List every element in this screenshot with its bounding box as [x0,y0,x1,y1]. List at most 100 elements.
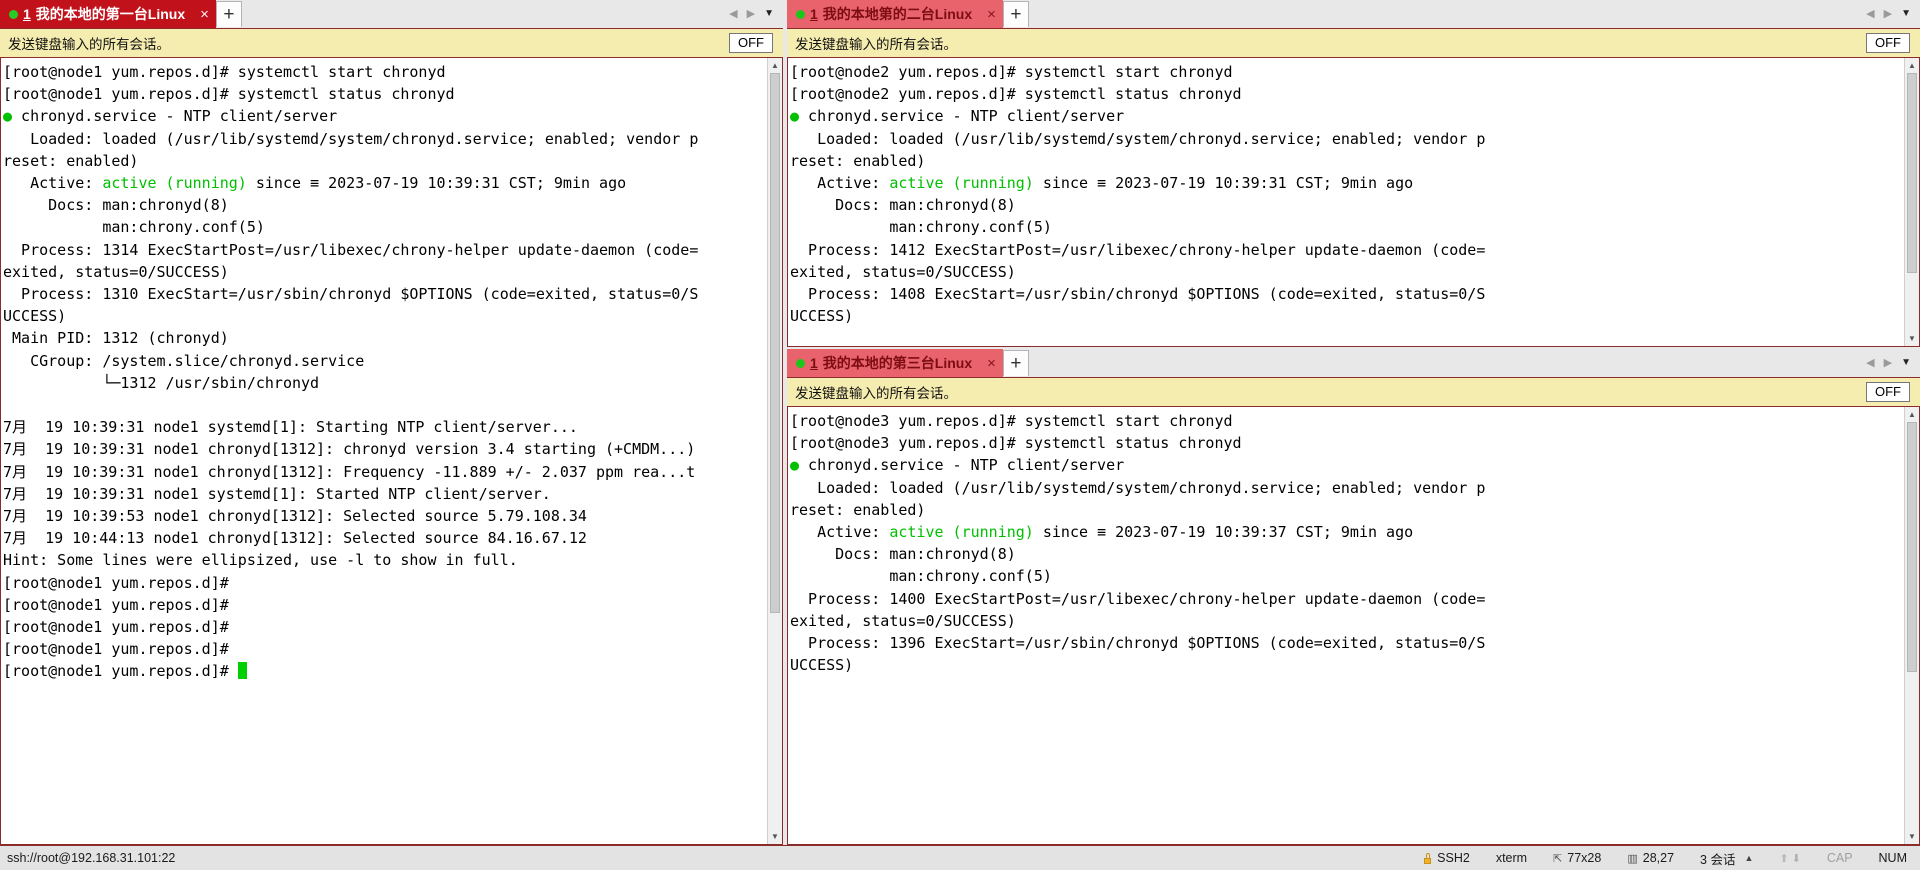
broadcast-toggle-button[interactable]: OFF [1866,33,1910,53]
tab-prev-icon[interactable]: ◀ [1866,357,1874,369]
terminal-line: reset: enabled) [790,150,1904,172]
terminal-text: man:chrony.conf(5) [3,218,265,237]
tab-prev-icon[interactable]: ◀ [1866,8,1874,20]
tab-index: 1 [810,6,818,22]
close-icon[interactable]: × [200,7,209,22]
scrollbar-thumb[interactable] [1907,73,1917,273]
terminal-output-pane-1[interactable]: [root@node1 yum.repos.d]# systemctl star… [1,58,767,844]
terminal-text: reset: enabled) [790,151,926,170]
status-size-label: 77x28 [1567,851,1602,865]
scroll-up-icon[interactable]: ▲ [1905,58,1919,73]
terminal-line: [root@node3 yum.repos.d]# systemctl star… [790,410,1904,432]
terminal-text: UCCESS) [790,656,854,675]
terminal-text: Active: [790,523,890,542]
close-icon[interactable]: × [987,356,996,371]
tab-next-icon[interactable]: ▶ [1884,357,1892,369]
terminal-line: Process: 1396 ExecStart=/usr/sbin/chrony… [790,632,1904,654]
terminal-output-pane-3[interactable]: [root@node3 yum.repos.d]# systemctl star… [788,407,1904,844]
tab-pane-2[interactable]: 1 我的本地第的二台Linux × [787,0,1003,28]
scroll-up-icon[interactable]: ▲ [768,58,782,73]
scrollbar-pane-1[interactable]: ▲ ▼ [767,58,782,844]
tab-pane-3[interactable]: 1 我的本地的第三台Linux × [787,349,1003,377]
tabstrip-spacer [1028,349,1867,377]
tab-title: 我的本地的第一台Linux [35,6,186,22]
scrollbar-thumb[interactable] [770,73,780,613]
status-dot-icon [9,9,18,19]
terminal-text: man:chrony.conf(5) [790,218,1052,237]
terminal-text: 7月 19 10:39:31 node1 chronyd[1312]: chro… [3,440,696,459]
scroll-up-icon[interactable]: ▲ [1905,407,1919,422]
scrollbar-pane-2[interactable]: ▲ ▼ [1904,58,1919,346]
scrollbar-pane-3[interactable]: ▲ ▼ [1904,407,1919,844]
tab-list-chevron-down-icon[interactable]: ▼ [764,9,774,19]
terminal-text: 7月 19 10:39:31 node1 chronyd[1312]: Freq… [3,462,696,481]
tabstrip-pane-1: 1 我的本地的第一台Linux × + ◀ ▶ ▼ [0,0,783,28]
tab-pane-1[interactable]: 1 我的本地的第一台Linux × [0,0,216,28]
terminal-text: Docs: man:chronyd(8) [790,196,1016,215]
close-icon[interactable]: × [987,7,996,22]
terminal-text: 7月 19 10:44:13 node1 chronyd[1312]: Sele… [3,529,587,548]
broadcast-toggle-button[interactable]: OFF [1866,382,1910,402]
scrollbar-track[interactable] [768,73,782,829]
terminal-text: active (running) [889,523,1034,542]
tab-title: 我的本地的第三台Linux [822,355,973,371]
terminal-text: chronyd.service - NTP client/server [799,107,1125,126]
scroll-down-icon[interactable]: ▼ [1905,829,1919,844]
terminal-line: Hint: Some lines were ellipsized, use -l… [3,549,767,571]
terminal-text: [root@node1 yum.repos.d]# [3,573,229,592]
terminal-text: [root@node1 yum.repos.d]# [3,618,229,637]
new-tab-button[interactable]: + [215,1,242,27]
status-dot-icon [796,9,805,19]
new-tab-button[interactable]: + [1002,350,1029,376]
terminal-line: Active: active (running) since ≡ 2023-07… [3,172,767,194]
terminal-line: CGroup: /system.slice/chronyd.service [3,350,767,372]
tab-next-icon[interactable]: ▶ [1884,8,1892,20]
terminal-line: [root@node1 yum.repos.d]# [3,616,767,638]
scrollbar-thumb[interactable] [1907,422,1917,672]
tab-next-icon[interactable]: ▶ [747,8,755,20]
terminal-text: 7月 19 10:39:31 node1 systemd[1]: Startin… [3,418,578,437]
chevron-up-icon[interactable]: ▲ [1744,853,1753,863]
scrollbar-track[interactable] [1905,73,1919,331]
terminal-line: man:chrony.conf(5) [790,216,1904,238]
session-pane-2: 1 我的本地第的二台Linux × + ◀ ▶ ▼ 发送键盘输入的所有会话。 O… [787,0,1920,347]
terminal-output-pane-2[interactable]: [root@node2 yum.repos.d]# systemctl star… [788,58,1904,346]
terminal-line: Loaded: loaded (/usr/lib/systemd/system/… [790,477,1904,499]
status-cursor-position: ▥ 28,27 [1614,851,1687,865]
terminal-line: reset: enabled) [790,499,1904,521]
tabstrip-spacer [1028,0,1867,28]
terminal-text: Process: 1412 ExecStartPost=/usr/libexec… [790,240,1486,259]
terminal-text: [root@node1 yum.repos.d]# [3,595,229,614]
terminal-line: [root@node2 yum.repos.d]# systemctl star… [790,61,1904,83]
terminal-line: UCCESS) [790,305,1904,327]
terminal-text: reset: enabled) [3,151,139,170]
terminal-line: exited, status=0/SUCCESS) [3,261,767,283]
terminal-line: Process: 1310 ExecStart=/usr/sbin/chrony… [3,283,767,305]
terminal-cursor [237,662,247,680]
terminal-line: 7月 19 10:39:31 node1 chronyd[1312]: chro… [3,438,767,460]
terminal-line: reset: enabled) [3,150,767,172]
scrollbar-track[interactable] [1905,422,1919,829]
terminal-text: Loaded: loaded (/usr/lib/systemd/system/… [3,129,699,148]
terminal-line: ● chronyd.service - NTP client/server [3,105,767,127]
tab-list-chevron-down-icon[interactable]: ▼ [1901,9,1911,19]
terminal-text: Loaded: loaded (/usr/lib/systemd/system/… [790,129,1486,148]
tab-nav-controls: ◀ ▶ ▼ [1866,349,1920,377]
terminal-text: chronyd.service - NTP client/server [799,456,1125,475]
terminal-line: Docs: man:chronyd(8) [3,194,767,216]
terminal-text: Docs: man:chronyd(8) [790,545,1016,564]
status-sessions[interactable]: 3 会话 ▲ [1687,849,1766,868]
tab-list-chevron-down-icon[interactable]: ▼ [1901,358,1911,368]
terminal-text: [root@node2 yum.repos.d]# systemctl stat… [790,85,1242,104]
scroll-down-icon[interactable]: ▼ [1905,331,1919,346]
broadcast-toggle-button[interactable]: OFF [729,33,773,53]
terminal-line: [root@node2 yum.repos.d]# systemctl stat… [790,83,1904,105]
terminal-text: chronyd.service - NTP client/server [12,107,338,126]
new-tab-button[interactable]: + [1002,1,1029,27]
terminal-line: UCCESS) [3,305,767,327]
tab-prev-icon[interactable]: ◀ [729,8,737,20]
terminal-line: 7月 19 10:39:31 node1 chronyd[1312]: Freq… [3,461,767,483]
terminal-line: 7月 19 10:39:53 node1 chronyd[1312]: Sele… [3,505,767,527]
terminal-line: [root@node1 yum.repos.d]# [3,660,767,682]
scroll-down-icon[interactable]: ▼ [768,829,782,844]
